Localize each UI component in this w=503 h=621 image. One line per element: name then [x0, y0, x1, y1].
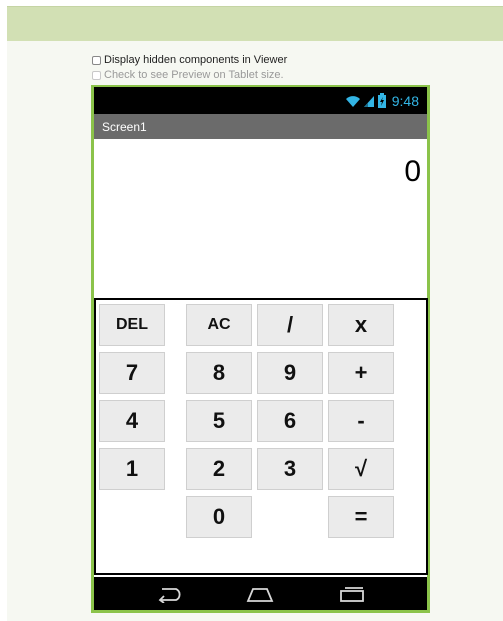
- status-bar: 9:48: [94, 87, 427, 114]
- minus-button[interactable]: -: [328, 400, 394, 442]
- signal-icon: [363, 95, 374, 107]
- battery-icon: [377, 93, 386, 108]
- result-display: 0: [404, 155, 421, 188]
- digit-5-button[interactable]: 5: [186, 400, 252, 442]
- keypad-table: DEL AC / x 7 8 9 + 4 5 6 - 1 2 3 √ 0 =: [94, 298, 428, 575]
- back-icon[interactable]: [154, 585, 184, 603]
- show-hidden-label: Display hidden components in Viewer: [104, 53, 288, 66]
- digit-7-button[interactable]: 7: [99, 352, 165, 394]
- digit-9-button[interactable]: 9: [257, 352, 323, 394]
- show-hidden-checkbox[interactable]: [92, 55, 101, 65]
- digit-0-button[interactable]: 0: [186, 496, 252, 538]
- equals-button[interactable]: =: [328, 496, 394, 538]
- tablet-preview-option[interactable]: Check to see Preview on Tablet size.: [92, 68, 284, 82]
- title-bar: Screen1: [94, 114, 427, 139]
- navigation-bar: [94, 577, 427, 610]
- ac-button[interactable]: AC: [186, 304, 252, 346]
- digit-1-button[interactable]: 1: [99, 448, 165, 490]
- status-time: 9:48: [391, 92, 419, 109]
- plus-button[interactable]: +: [328, 352, 394, 394]
- wifi-icon: [345, 95, 360, 107]
- sqrt-button[interactable]: √: [328, 448, 394, 490]
- screen-title: Screen1: [102, 120, 147, 134]
- divide-button[interactable]: /: [257, 304, 323, 346]
- digit-3-button[interactable]: 3: [257, 448, 323, 490]
- digit-8-button[interactable]: 8: [186, 352, 252, 394]
- show-hidden-option[interactable]: Display hidden components in Viewer: [92, 53, 287, 67]
- recent-apps-icon[interactable]: [337, 585, 367, 603]
- digit-4-button[interactable]: 4: [99, 400, 165, 442]
- tablet-preview-checkbox[interactable]: [92, 70, 101, 80]
- digit-2-button[interactable]: 2: [186, 448, 252, 490]
- tablet-preview-label: Check to see Preview on Tablet size.: [104, 68, 284, 81]
- designer-top-bar: [7, 6, 503, 42]
- digit-6-button[interactable]: 6: [257, 400, 323, 442]
- del-button[interactable]: DEL: [99, 304, 165, 346]
- home-icon[interactable]: [245, 585, 275, 603]
- multiply-button[interactable]: x: [328, 304, 394, 346]
